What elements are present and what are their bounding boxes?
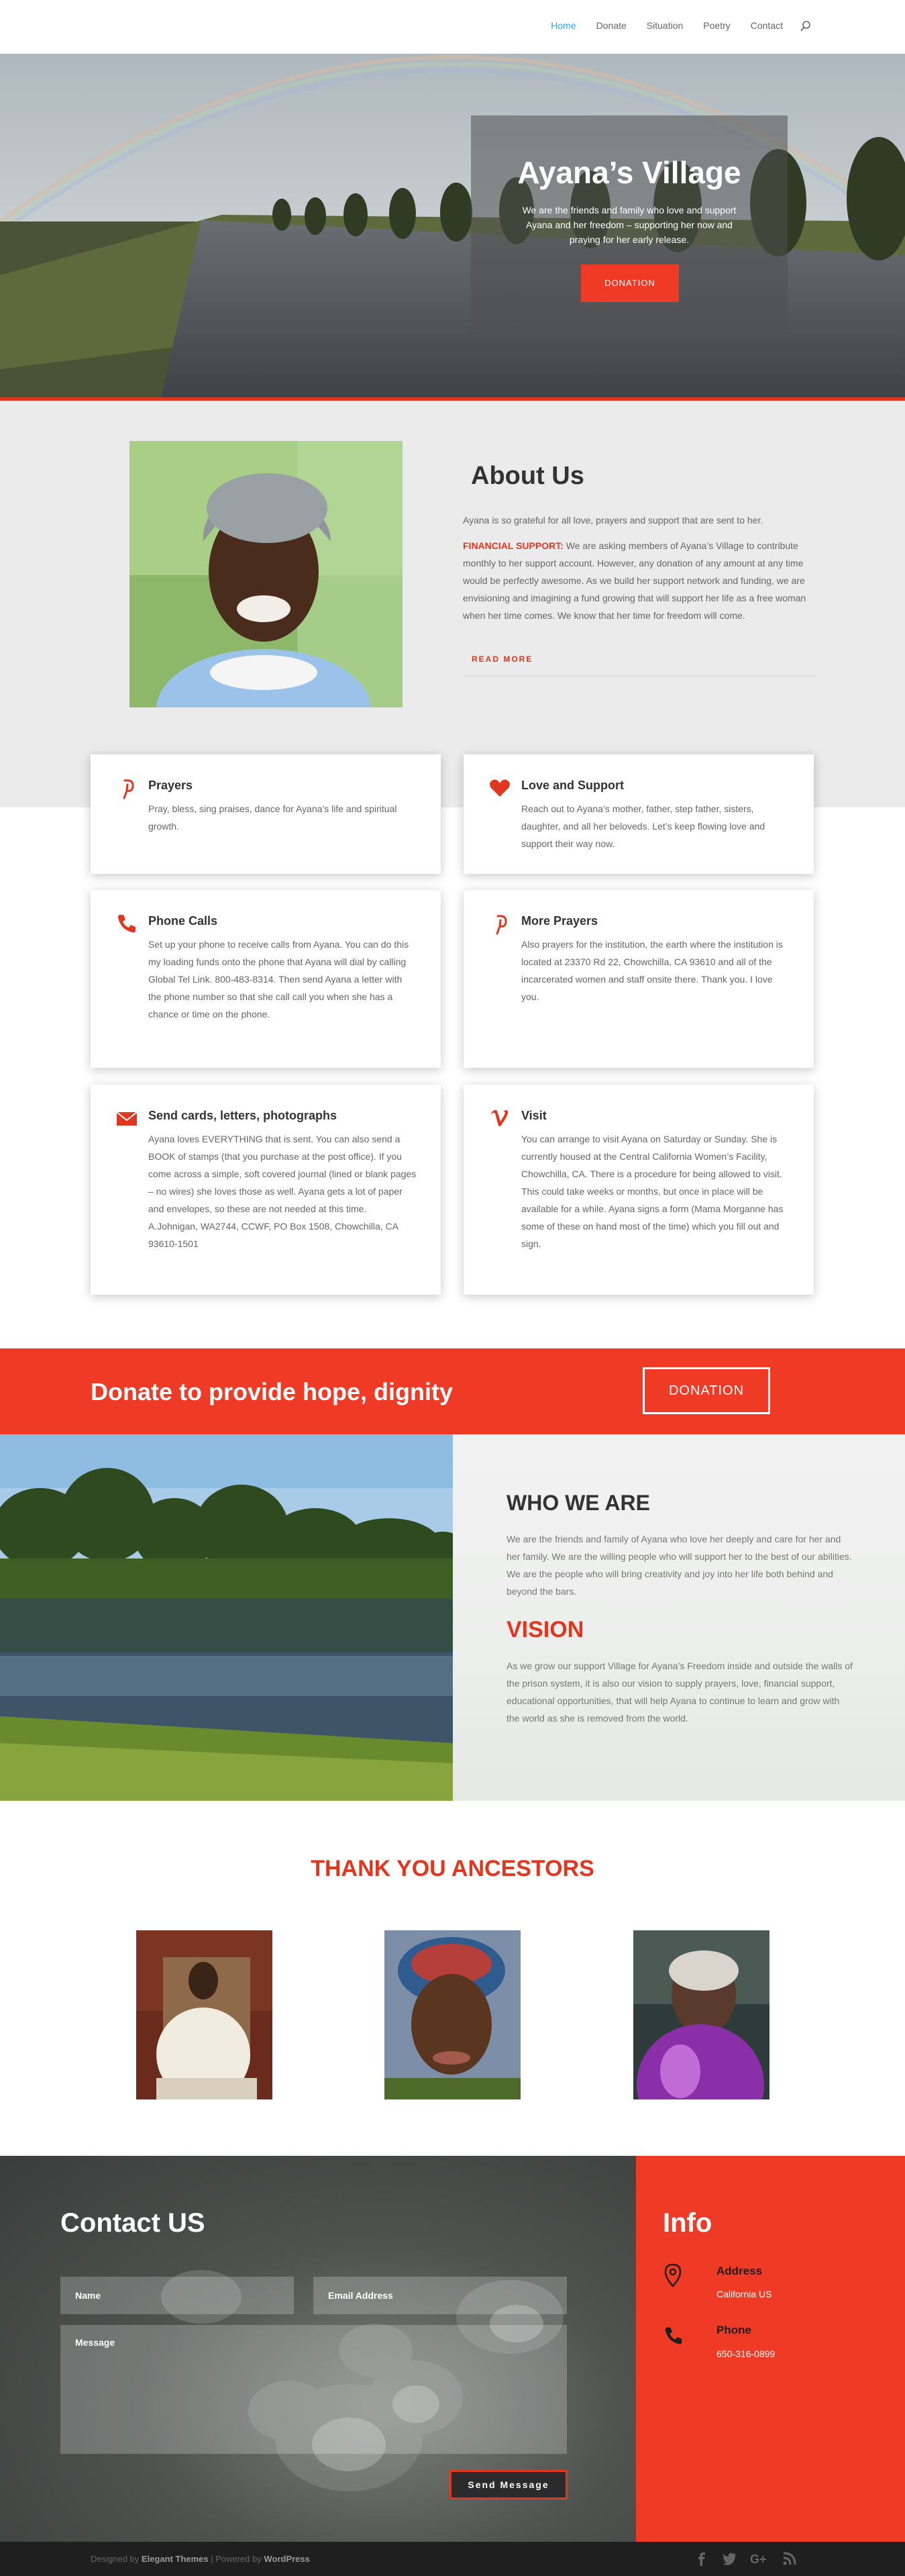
hero-donation-button[interactable]: DONATION — [581, 264, 679, 302]
vimeo-icon — [488, 1107, 511, 1130]
card-send-cards: Send cards, letters, photographs Ayana l… — [91, 1085, 441, 1295]
card-title: More Prayers — [521, 914, 598, 928]
donate-banner: Donate to provide hope, dignity DONATION — [0, 1348, 905, 1434]
about-financial: FINANCIAL SUPPORT: We are asking members… — [463, 537, 817, 624]
card-title: Visit — [521, 1109, 547, 1122]
card-title: Prayers — [148, 779, 193, 792]
hero-title: Ayana’s Village — [517, 155, 741, 190]
nav-contact[interactable]: Contact — [751, 20, 783, 32]
nav-donate[interactable]: Donate — [596, 20, 627, 32]
vision-title: VISION — [507, 1617, 584, 1642]
svg-text:G+: G+ — [750, 2553, 767, 2566]
about-divider — [463, 676, 816, 677]
footer-separator: | Powered by — [208, 2554, 264, 2564]
envelope-icon — [115, 1107, 138, 1130]
hero-subtitle: We are the friends and family who love a… — [522, 205, 737, 245]
about-photo — [129, 441, 403, 707]
card-text: Set up your phone to receive calls from … — [148, 939, 409, 1020]
main-nav: Home Donate Situation Poetry Contact — [531, 20, 811, 32]
card-text: Reach out to Ayana’s mother, father, ste… — [521, 803, 765, 849]
card-text: Pray, bless, sing praises, dance for Aya… — [148, 803, 397, 832]
donate-banner-title: Donate to provide hope, dignity — [91, 1378, 453, 1405]
card-prayers: Prayers Pray, bless, sing praises, dance… — [91, 754, 441, 874]
nav-home[interactable]: Home — [551, 20, 576, 32]
about-intro: Ayana is so grateful for all love, praye… — [463, 515, 763, 526]
ancestors-title: THANK YOU ANCESTORS — [311, 1856, 594, 1881]
card-title: Love and Support — [521, 779, 624, 792]
card-visit: Visit You can arrange to visit Ayana on … — [464, 1085, 814, 1295]
financial-label: FINANCIAL SUPPORT: — [463, 540, 564, 551]
name-field[interactable]: Name — [60, 2277, 294, 2314]
card-phone-calls: Phone Calls Set up your phone to receive… — [91, 890, 441, 1068]
ancestor-photo — [384, 1930, 521, 2099]
footer-credits: Designed by Elegant Themes | Powered by … — [91, 2554, 310, 2564]
hero-section: Ayana’s Village We are the friends and f… — [0, 54, 905, 397]
rss-icon[interactable] — [782, 2551, 797, 2566]
phone-icon — [663, 2325, 684, 2350]
site-header: Home Donate Situation Poetry Contact — [0, 0, 905, 54]
search-icon[interactable] — [800, 20, 811, 32]
card-more-prayers: More Prayers Also prayers for the instit… — [464, 890, 814, 1068]
phone-value: 650-316-0899 — [716, 2348, 776, 2359]
hero-overlay-box: Ayana’s Village We are the friends and f… — [471, 115, 788, 334]
card-title: Send cards, letters, photographs — [148, 1109, 337, 1122]
pinterest-icon — [488, 912, 511, 935]
who-we-are-title: WHO WE ARE — [507, 1491, 650, 1515]
who-we-are-text: We are the friends and family of Ayana w… — [507, 1534, 852, 1597]
phone-icon — [115, 912, 138, 935]
about-title: About Us — [471, 462, 584, 490]
phone-label: Phone — [716, 2324, 751, 2336]
contact-section: Contact US Name Email Address Message Se… — [0, 2156, 636, 2542]
address-value: California US — [716, 2289, 772, 2299]
site-footer: Designed by Elegant Themes | Powered by … — [0, 2542, 905, 2576]
map-pin-icon — [664, 2263, 682, 2291]
donate-banner-button[interactable]: DONATION — [643, 1367, 770, 1414]
send-message-button[interactable]: Send Message — [449, 2470, 568, 2499]
who-we-are-image — [0, 1434, 453, 1801]
address-label: Address — [716, 2265, 763, 2277]
card-text: Ayana loves EVERYTHING that is sent. You… — [148, 1130, 417, 1252]
ancestor-photo — [136, 1930, 272, 2099]
card-text-main: Ayana loves EVERYTHING that is sent. You… — [148, 1134, 417, 1214]
elegant-themes-link[interactable]: Elegant Themes — [142, 2554, 209, 2564]
wordpress-link[interactable]: WordPress — [264, 2554, 309, 2564]
read-more-link[interactable]: READ MORE — [472, 654, 533, 664]
email-field[interactable]: Email Address — [313, 2277, 567, 2314]
facebook-icon[interactable] — [694, 2551, 708, 2566]
card-text: Also prayers for the institution, the ea… — [521, 939, 783, 1002]
card-text: You can arrange to visit Ayana on Saturd… — [521, 1134, 784, 1249]
card-love-support: Love and Support Reach out to Ayana’s mo… — [464, 754, 814, 874]
nav-situation[interactable]: Situation — [647, 20, 683, 32]
info-section: Info Address California US Phone 650-316… — [636, 2156, 905, 2542]
who-we-are-panel: WHO WE ARE We are the friends and family… — [453, 1434, 905, 1801]
contact-title: Contact US — [60, 2208, 205, 2238]
card-title: Phone Calls — [148, 914, 218, 928]
card-text-address: A.Johnigan, WA2744, CCWF, PO Box 1508, C… — [148, 1221, 398, 1249]
financial-text: We are asking members of Ayana’s Village… — [463, 540, 806, 621]
footer-designed-by: Designed by — [91, 2554, 142, 2564]
nav-poetry[interactable]: Poetry — [703, 20, 730, 32]
heart-icon — [488, 777, 511, 799]
twitter-icon[interactable] — [722, 2551, 737, 2566]
vision-text: As we grow our support Village for Ayana… — [507, 1661, 853, 1724]
google-plus-icon[interactable]: G+ — [750, 2551, 770, 2566]
info-title: Info — [663, 2208, 712, 2238]
ancestor-photo — [633, 1930, 769, 2099]
pinterest-icon — [115, 777, 138, 799]
message-field[interactable]: Message — [60, 2325, 567, 2454]
